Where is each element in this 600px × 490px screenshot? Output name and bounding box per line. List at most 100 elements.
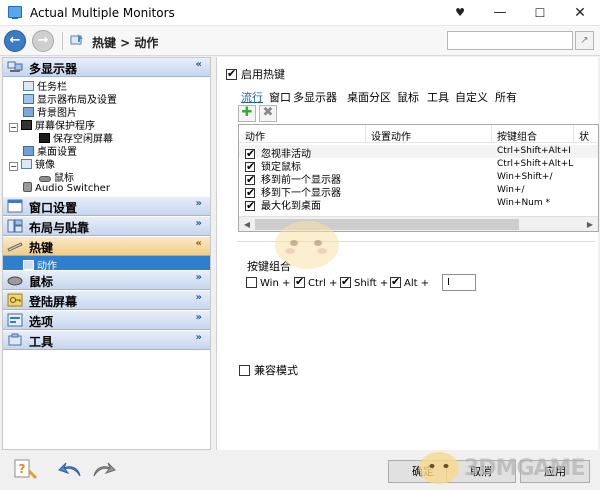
sidebar-item-monitor-layout[interactable]: 显示器布局及设置	[23, 91, 117, 106]
sidebar-item-mirror-mouse[interactable]: 鼠标	[39, 169, 74, 184]
options-icon	[7, 313, 23, 327]
tab-tools[interactable]: 工具	[427, 89, 449, 105]
sidebar-section-window-settings[interactable]: 窗口设置 »	[3, 197, 210, 216]
sidebar-section-tools[interactable]: 工具 »	[3, 331, 210, 350]
back-button[interactable]: ←	[4, 30, 26, 52]
sidebar-item-desktop-settings[interactable]: 桌面设置	[23, 143, 77, 158]
enable-hotkeys-row[interactable]: 启用热键	[226, 66, 285, 82]
help-icon[interactable]: ?	[12, 458, 38, 480]
enable-hotkeys-checkbox[interactable]	[226, 67, 237, 80]
shift-checkbox[interactable]	[340, 275, 351, 288]
tab-mouse[interactable]: 鼠标	[397, 89, 419, 105]
compat-mode-checkbox[interactable]	[239, 365, 250, 376]
sidebar: 多显示器 « 任务栏 显示器布局及设置 背景图片 − 屏幕保护程序 保存空闲屏幕 …	[2, 57, 211, 450]
column-header-key-combo[interactable]: 按键组合	[497, 128, 537, 143]
tab-custom[interactable]: 自定义	[455, 89, 488, 105]
tab-all[interactable]: 所有	[495, 89, 517, 105]
tab-popular[interactable]: 流行	[241, 89, 263, 105]
row-checkbox[interactable]	[245, 199, 255, 212]
scrollbar-thumb[interactable]	[255, 219, 519, 230]
list-header: 动作 设置动作 按键组合 状	[239, 125, 598, 143]
table-row[interactable]: 忽视非活动 Ctrl+Shift+Alt+I	[239, 145, 598, 160]
redo-icon[interactable]	[90, 458, 116, 480]
sidebar-item-actions-selected[interactable]: 动作	[3, 256, 210, 272]
chevron-down-icon[interactable]: »	[196, 272, 202, 283]
shift-modifier[interactable]: Shift +	[340, 275, 389, 289]
sidebar-section-logon-screen[interactable]: 登陆屏幕 »	[3, 291, 210, 310]
background-image-icon	[23, 107, 34, 117]
svg-text:?: ?	[19, 462, 26, 476]
win-modifier[interactable]: Win +	[246, 277, 290, 289]
shift-label: Shift +	[354, 278, 389, 289]
table-row[interactable]: 移到前一个显示器 Win+Shift+/	[239, 171, 598, 186]
tab-desktop-divider[interactable]: 桌面分区	[347, 89, 391, 105]
tab-multi-monitor[interactable]: 多显示器	[293, 89, 337, 105]
divider	[491, 125, 492, 143]
chevron-down-icon[interactable]: »	[196, 312, 202, 323]
main-panel: 启用热键 流行 窗口 多显示器 桌面分区 鼠标 工具 自定义 所有 ✚ ✖ 动作…	[216, 57, 599, 450]
chevron-up-icon[interactable]: «	[196, 59, 202, 70]
close-button[interactable]: ✕	[560, 0, 600, 26]
navigation-bar: ← → 热键 > 动作 ↗	[0, 26, 600, 56]
column-header-set-action[interactable]: 设置动作	[371, 128, 411, 143]
tools-icon	[8, 333, 22, 346]
apply-button[interactable]: 应用	[520, 460, 590, 483]
chevron-down-icon[interactable]: »	[196, 198, 202, 209]
alt-modifier[interactable]: Alt +	[390, 275, 429, 289]
sidebar-item-audio-switcher[interactable]: Audio Switcher	[23, 182, 110, 195]
sidebar-section-label: 多显示器	[29, 62, 78, 76]
collapse-toggle-icon[interactable]: −	[9, 123, 18, 132]
table-row[interactable]: 锁定鼠标 Ctrl+Shift+Alt+L	[239, 158, 598, 173]
chevron-up-icon[interactable]: «	[196, 238, 202, 249]
multi-monitor-icon	[7, 61, 23, 72]
chevron-down-icon[interactable]: »	[196, 332, 202, 343]
sidebar-section-hotkeys[interactable]: 热键 «	[3, 237, 210, 256]
forward-button[interactable]: →	[32, 30, 54, 52]
collapse-toggle-icon[interactable]: −	[9, 162, 18, 171]
search-input[interactable]	[447, 31, 573, 50]
delete-hotkey-button[interactable]: ✖	[259, 105, 277, 122]
maximize-button[interactable]: ☐	[520, 0, 560, 26]
minimize-button[interactable]: —	[480, 0, 520, 26]
row-key-combo: Win+/	[497, 185, 525, 195]
pin-icon[interactable]: ♥	[440, 0, 480, 26]
add-hotkey-button[interactable]: ✚	[238, 105, 256, 122]
sidebar-item-save-idle-screen[interactable]: 保存空闲屏幕	[39, 130, 113, 145]
column-header-status[interactable]: 状	[579, 128, 589, 143]
sidebar-section-options[interactable]: 选项 »	[3, 311, 210, 330]
sidebar-item-taskbar[interactable]: 任务栏	[23, 78, 67, 93]
table-row[interactable]: 移到下一个显示器 Win+/	[239, 184, 598, 199]
horizontal-scrollbar[interactable]: ◀ ▶	[239, 216, 598, 231]
sidebar-item-screensaver[interactable]: − 屏幕保护程序	[9, 117, 95, 132]
search-go-icon[interactable]: ↗	[575, 31, 594, 50]
sidebar-item-background[interactable]: 背景图片	[23, 104, 77, 119]
row-key-combo: Ctrl+Shift+Alt+I	[497, 146, 571, 156]
key-combo-title: 按键组合	[247, 260, 291, 273]
scroll-right-icon[interactable]: ▶	[583, 218, 597, 231]
mouse-icon	[7, 276, 23, 286]
scroll-left-icon[interactable]: ◀	[240, 218, 254, 231]
key-input[interactable]	[442, 274, 476, 291]
sidebar-section-layout-snap[interactable]: 布局与贴靠 »	[3, 217, 210, 236]
ctrl-modifier[interactable]: Ctrl +	[294, 275, 338, 289]
sidebar-section-label: 选项	[29, 315, 54, 329]
cancel-button[interactable]: 取消	[446, 460, 516, 483]
compat-mode-row[interactable]: 兼容模式	[239, 362, 298, 378]
win-checkbox[interactable]	[246, 277, 257, 288]
tab-window[interactable]: 窗口	[269, 89, 291, 105]
alt-checkbox[interactable]	[390, 275, 401, 288]
sidebar-section-multi-monitor[interactable]: 多显示器 «	[3, 58, 210, 77]
compat-mode-label: 兼容模式	[254, 364, 298, 377]
column-header-action[interactable]: 动作	[245, 128, 265, 143]
divider	[365, 125, 366, 143]
sidebar-item-mirror[interactable]: − 镜像	[9, 156, 55, 171]
chevron-down-icon[interactable]: »	[196, 292, 202, 303]
key-combo-group: 按键组合 Win + Ctrl + Shift + Alt +	[237, 241, 595, 297]
undo-icon[interactable]	[58, 458, 84, 480]
sidebar-section-mouse[interactable]: 鼠标 »	[3, 271, 210, 290]
chevron-down-icon[interactable]: »	[196, 218, 202, 229]
ctrl-checkbox[interactable]	[294, 275, 305, 288]
table-row[interactable]: 最大化到桌面 Win+Num *	[239, 197, 598, 212]
sidebar-item-actions[interactable]: 动作	[23, 257, 57, 272]
ctrl-label: Ctrl +	[308, 278, 338, 289]
